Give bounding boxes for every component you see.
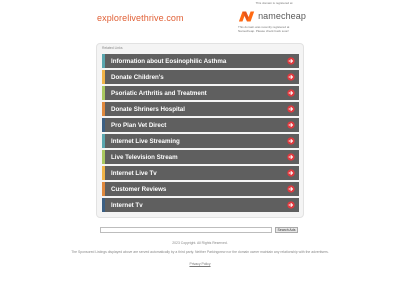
arrow-right-icon [287,73,295,81]
footer-disclaimer: The Sponsored Listings displayed above a… [71,250,329,254]
arrow-right-icon [287,137,295,145]
related-link-label: Psoriatic Arthritis and Treatment [111,89,207,97]
arrow-right-icon [287,169,295,177]
related-link-label: Internet Tv [111,201,143,209]
related-links-list: Information about Eosinophilic Asthma Don… [102,54,299,214]
related-link-item[interactable]: Live Television Stream [102,150,299,164]
registrar-name: namecheap [258,11,306,21]
related-link-item[interactable]: Information about Eosinophilic Asthma [102,54,299,68]
related-link-label: Internet Live Streaming [111,137,180,145]
related-link-label: Donate Shriners Hospital [111,105,185,113]
related-link-item[interactable]: Customer Reviews [102,182,299,196]
arrow-right-icon [287,105,295,113]
related-link-item[interactable]: Donate Children's [102,70,299,84]
panel-title: Related Links [102,46,123,50]
arrow-right-icon [287,57,295,65]
related-link-item[interactable]: Internet Live Streaming [102,134,299,148]
related-link-label: Donate Children's [111,73,164,81]
related-link-label: Customer Reviews [111,185,167,193]
namecheap-logo[interactable]: namecheap [238,8,306,24]
search-input[interactable] [100,227,272,233]
arrow-right-icon [287,153,295,161]
related-link-item[interactable]: Donate Shriners Hospital [102,102,299,116]
namecheap-logo-icon [238,11,255,21]
search-ads-button[interactable]: Search Ads [275,227,298,233]
parked-domain-page: explorelivethrive.com This domain is reg… [0,0,400,300]
related-link-item[interactable]: Psoriatic Arthritis and Treatment [102,86,299,100]
related-link-label: Internet Live Tv [111,169,157,177]
related-link-label: Information about Eosinophilic Asthma [111,57,227,65]
arrow-right-icon [287,89,295,97]
related-link-item[interactable]: Pro Plan Vet Direct [102,118,299,132]
related-link-item[interactable]: Internet Tv [102,198,299,212]
arrow-right-icon [287,185,295,193]
arrow-right-icon [287,121,295,129]
footer-copyright: 2023 Copyright. All Rights Reserved. [172,241,228,245]
registered-note: This domain is registered at [255,1,293,5]
registrar-note: This domain was recently registered at N… [238,25,290,33]
domain-title: explorelivethrive.com [97,13,184,23]
arrow-right-icon [287,201,295,209]
related-link-label: Pro Plan Vet Direct [111,121,167,129]
related-link-item[interactable]: Internet Live Tv [102,166,299,180]
related-links-panel: Related Links Information about Eosinoph… [96,43,304,218]
related-link-label: Live Television Stream [111,153,178,161]
privacy-policy-link[interactable]: Privacy Policy [60,262,340,266]
